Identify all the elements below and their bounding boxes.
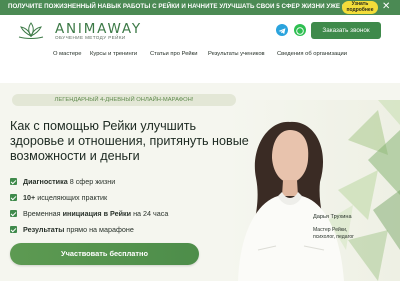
feature-text: 10+ исцеляющих практик <box>23 193 107 202</box>
marathon-badge: ЛЕГЕНДАРНЫЙ 4-ДНЕВНЫЙ ОНЛАЙН-МАРАФОН! <box>12 94 236 106</box>
close-icon[interactable]: ✕ <box>382 1 390 13</box>
feature-rest: 8 сфер жизни <box>67 177 116 186</box>
participate-free-button[interactable]: Участвовать бесплатно <box>10 243 199 265</box>
learn-more-label-2: подробнее <box>346 6 374 13</box>
nav-item-courses[interactable]: Курсы и тренинги <box>90 51 137 57</box>
feature-rest: на 24 часа <box>131 209 169 218</box>
checkmark-icon <box>10 194 17 201</box>
author-desc-line-2: психолог, педагог <box>313 233 355 240</box>
list-item: 10+ исцеляющих практик <box>10 193 240 209</box>
checkmark-icon <box>10 210 17 217</box>
lotus-logo-icon[interactable] <box>18 22 44 40</box>
telegram-icon[interactable] <box>276 24 288 36</box>
order-call-button[interactable]: Заказать звонок <box>311 22 381 39</box>
logo-tagline: ОБУЧЕНИЕ МЕТОДУ РЕЙКИ <box>55 35 126 40</box>
nav-item-about-master[interactable]: О мастере <box>53 51 82 57</box>
feature-text: Временная инициация в Рейки на 24 часа <box>23 209 168 218</box>
list-item: Временная инициация в Рейки на 24 часа <box>10 209 240 225</box>
main-nav: О мастере Курсы и тренинги Статьи про Ре… <box>0 51 400 61</box>
nav-item-organization[interactable]: Сведения об организации <box>277 51 347 57</box>
list-item: Результаты прямо на марафоне <box>10 225 240 241</box>
author-desc-line-1: Мастер Рейки, <box>313 227 348 233</box>
author-description: Мастер Рейки, психолог, педагог <box>313 227 373 240</box>
author-photo <box>228 100 400 281</box>
checkmark-icon <box>10 178 17 185</box>
feature-text: Диагностика 8 сфер жизни <box>23 177 115 186</box>
author-name: Дарья Трухина <box>313 214 352 220</box>
feature-text: Результаты прямо на марафоне <box>23 225 134 234</box>
promo-text: ПОЛУЧИТЕ ПОЖИЗНЕННЫЙ НАВЫК РАБОТЫ С РЕЙК… <box>8 3 369 10</box>
feature-strong: Диагностика <box>23 177 68 186</box>
feature-lead: Временная <box>23 209 63 218</box>
feature-rest: исцеляющих практик <box>35 193 108 202</box>
feature-strong: 10+ <box>23 193 36 202</box>
learn-more-button[interactable]: Узнать подробнее <box>342 1 378 14</box>
feature-strong: инициация в Рейки <box>62 209 132 218</box>
hero-title: Как с помощью Рейки улучшить здоровье и … <box>10 119 249 163</box>
checkmark-icon <box>10 226 17 233</box>
nav-item-results[interactable]: Результаты учеников <box>208 51 265 57</box>
author-caption: Дарья Трухина Мастер Рейки, психолог, пе… <box>313 214 373 240</box>
feature-strong: Результаты <box>23 225 65 234</box>
nav-item-articles[interactable]: Статьи про Рейки <box>150 51 197 57</box>
whatsapp-icon[interactable] <box>294 24 306 36</box>
list-item: Диагностика 8 сфер жизни <box>10 177 240 193</box>
feature-rest: прямо на марафоне <box>64 225 134 234</box>
feature-list: Диагностика 8 сфер жизни 10+ исцеляющих … <box>10 177 240 241</box>
promo-bar: ПОЛУЧИТЕ ПОЖИЗНЕННЫЙ НАВЫК РАБОТЫ С РЕЙК… <box>0 0 400 15</box>
